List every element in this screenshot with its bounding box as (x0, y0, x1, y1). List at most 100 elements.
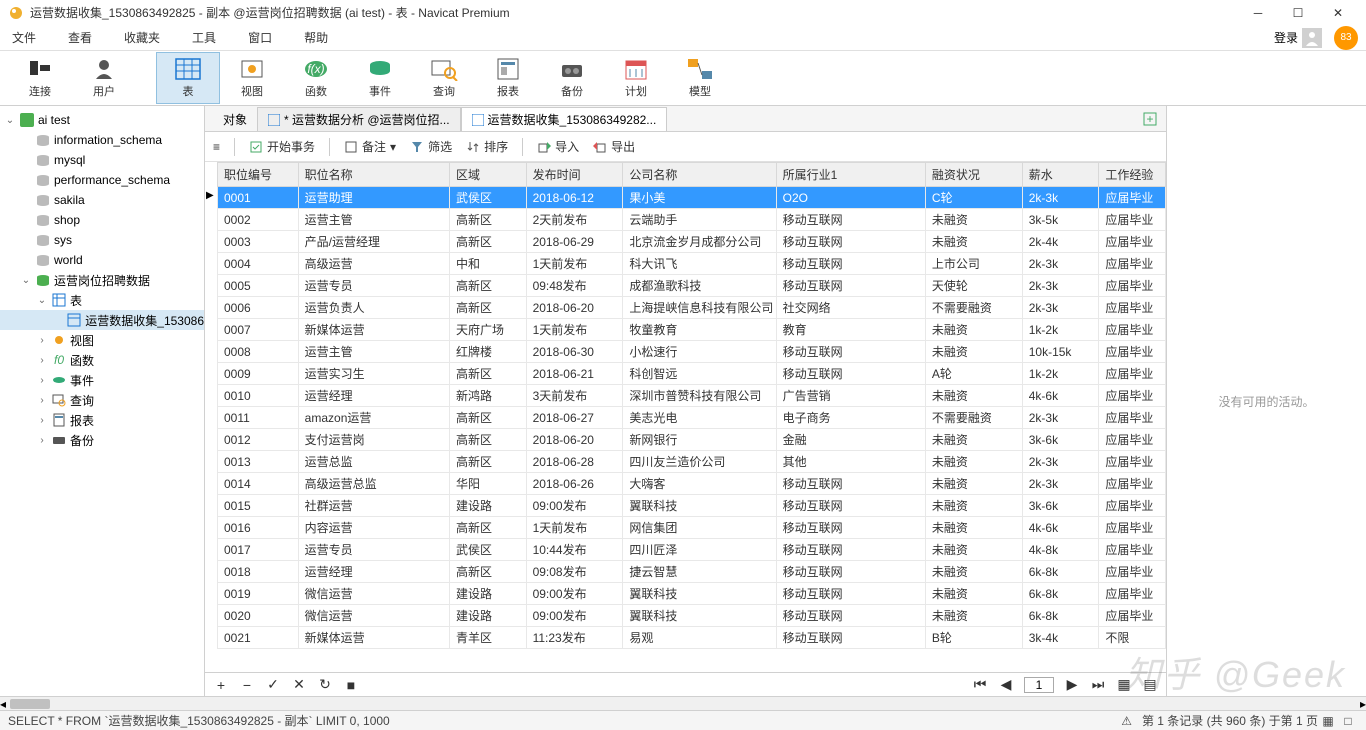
col-header[interactable]: 工作经验 (1099, 163, 1166, 187)
nav-next[interactable]: ▶ (1064, 676, 1080, 693)
minimize-button[interactable]: ─ (1238, 0, 1278, 25)
btn-sort[interactable]: 排序 (466, 138, 508, 155)
view-grid-icon[interactable]: ▦ (1116, 676, 1132, 693)
grid-mode-icon[interactable]: ▦ (1318, 714, 1338, 728)
tool-user[interactable]: 用户 (72, 52, 136, 104)
col-header[interactable]: 区域 (449, 163, 526, 187)
table-row[interactable]: 0008运营主管红牌楼2018-06-30小松速行移动互联网未融资10k-15k… (218, 341, 1166, 363)
btn-filter[interactable]: 筛选 (410, 138, 452, 155)
nav-last[interactable]: ⏭ (1090, 676, 1106, 693)
table-row[interactable]: 0012支付运营岗高新区2018-06-20新网银行金融未融资3k-6k应届毕业 (218, 429, 1166, 451)
tool-model[interactable]: 模型 (668, 52, 732, 104)
col-header[interactable]: 公司名称 (623, 163, 776, 187)
btn-apply[interactable]: ✓ (265, 676, 281, 693)
tree-db[interactable]: information_schema (0, 130, 204, 150)
tree-reports[interactable]: ›报表 (0, 410, 204, 430)
btn-transaction[interactable]: 开始事务 (249, 138, 315, 155)
view-form-icon[interactable]: ▤ (1142, 676, 1158, 693)
table-row[interactable]: 0021新媒体运营青羊区11:23发布易观移动互联网B轮3k-4k不限 (218, 627, 1166, 649)
menu-view[interactable]: 查看 (64, 27, 96, 48)
table-row[interactable]: 0013运营总监高新区2018-06-28四川友兰造价公司其他未融资2k-3k应… (218, 451, 1166, 473)
menu-file[interactable]: 文件 (8, 27, 40, 48)
table-row[interactable]: 0018运营经理高新区09:08发布捷云智慧移动互联网未融资6k-8k应届毕业 (218, 561, 1166, 583)
btn-add-record[interactable]: + (213, 677, 229, 693)
tab-objects[interactable]: 对象 (213, 107, 257, 131)
col-header[interactable]: 薪水 (1022, 163, 1099, 187)
table-row[interactable]: 0002运营主管高新区2天前发布云端助手移动互联网未融资3k-5k应届毕业 (218, 209, 1166, 231)
col-header[interactable]: 职位名称 (298, 163, 449, 187)
tree-views[interactable]: ›视图 (0, 330, 204, 350)
btn-delete-record[interactable]: − (239, 677, 255, 693)
btn-memo[interactable]: 备注 ▾ (344, 138, 396, 155)
tree-db-custom[interactable]: ⌄运营岗位招聘数据 (0, 270, 204, 290)
table-row[interactable]: 0020微信运营建设路09:00发布翼联科技移动互联网未融资6k-8k应届毕业 (218, 605, 1166, 627)
nav-prev[interactable]: ◀ (998, 676, 1014, 693)
warning-icon[interactable]: ⚠ (1121, 714, 1132, 728)
tree-connection[interactable]: ⌄ai test (0, 110, 204, 130)
tree-db[interactable]: sys (0, 230, 204, 250)
table-row[interactable]: 0001▶运营助理武侯区2018-06-12果小美O2OC轮2k-3k应届毕业 (218, 187, 1166, 209)
tree-tables-group[interactable]: ⌄表 (0, 290, 204, 310)
col-header[interactable]: 融资状况 (925, 163, 1022, 187)
tree-events[interactable]: ›事件 (0, 370, 204, 390)
table-row[interactable]: 0019微信运营建设路09:00发布翼联科技移动互联网未融资6k-8k应届毕业 (218, 583, 1166, 605)
table-row[interactable]: 0009运营实习生高新区2018-06-21科创智远移动互联网A轮1k-2k应届… (218, 363, 1166, 385)
nav-first[interactable]: ⏮ (972, 676, 988, 693)
tree-functions[interactable]: ›f0函数 (0, 350, 204, 370)
table-row[interactable]: 0015社群运营建设路09:00发布翼联科技移动互联网未融资3k-6k应届毕业 (218, 495, 1166, 517)
menu-icon[interactable]: ≡ (213, 140, 220, 154)
table-row[interactable]: 0006运营负责人高新区2018-06-20上海提峡信息科技有限公司社交网络不需… (218, 297, 1166, 319)
tool-query[interactable]: 查询 (412, 52, 476, 104)
table-row[interactable]: 0010运营经理新鸿路3天前发布深圳市普赞科技有限公司广告营销未融资4k-6k应… (218, 385, 1166, 407)
data-grid[interactable]: 职位编号职位名称区域发布时间公司名称所属行业1融资状况薪水工作经验0001▶运营… (205, 162, 1166, 672)
tool-function[interactable]: f(x)函数 (284, 52, 348, 104)
tree-db[interactable]: mysql (0, 150, 204, 170)
menu-help[interactable]: 帮助 (300, 27, 332, 48)
notification-badge[interactable]: 83 (1334, 26, 1358, 50)
table-row[interactable]: 0003产品/运营经理高新区2018-06-29北京流金岁月成都分公司移动互联网… (218, 231, 1166, 253)
btn-refresh[interactable]: ↻ (317, 676, 333, 693)
connection-tree[interactable]: ⌄ai test information_schemamysqlperforma… (0, 106, 205, 696)
col-header[interactable]: 发布时间 (526, 163, 623, 187)
tool-connect[interactable]: 连接 (8, 52, 72, 104)
close-button[interactable]: ✕ (1318, 0, 1358, 25)
maximize-button[interactable]: ☐ (1278, 0, 1318, 25)
btn-import[interactable]: 导入 (537, 138, 579, 155)
tool-event[interactable]: 事件 (348, 52, 412, 104)
tab-data[interactable]: 运营数据收集_153086349282... (461, 107, 668, 131)
tree-db[interactable]: performance_schema (0, 170, 204, 190)
btn-cancel[interactable]: ✕ (291, 676, 307, 693)
tab-analysis[interactable]: * 运营数据分析 @运营岗位招... (257, 107, 461, 131)
menu-window[interactable]: 窗口 (244, 27, 276, 48)
tree-table-item[interactable]: 运营数据收集_153086 (0, 310, 204, 330)
tree-backups[interactable]: ›备份 (0, 430, 204, 450)
table-row[interactable]: 0007新媒体运营天府广场1天前发布牧童教育教育未融资1k-2k应届毕业 (218, 319, 1166, 341)
page-input[interactable] (1024, 677, 1054, 693)
table-row[interactable]: 0005运营专员高新区09:48发布成都渔歌科技移动互联网天使轮2k-3k应届毕… (218, 275, 1166, 297)
col-header[interactable]: 职位编号 (218, 163, 299, 187)
table-row[interactable]: 0017运营专员武侯区10:44发布四川匠泽移动互联网未融资4k-8k应届毕业 (218, 539, 1166, 561)
menu-favorites[interactable]: 收藏夹 (120, 27, 164, 48)
btn-stop[interactable]: ■ (343, 677, 359, 693)
user-avatar-icon[interactable] (1302, 28, 1322, 48)
table-row[interactable]: 0014高级运营总监华阳2018-06-26大嗨客移动互联网未融资2k-3k应届… (218, 473, 1166, 495)
login-link[interactable]: 登录 (1274, 29, 1298, 46)
col-header[interactable]: 所属行业1 (776, 163, 925, 187)
form-mode-icon[interactable]: □ (1338, 714, 1358, 728)
table-row[interactable]: 0011amazon运营高新区2018-06-27美志光电电子商务不需要融资2k… (218, 407, 1166, 429)
tree-db[interactable]: shop (0, 210, 204, 230)
table-row[interactable]: 0016内容运营高新区1天前发布网信集团移动互联网未融资4k-6k应届毕业 (218, 517, 1166, 539)
btn-export[interactable]: 导出 (593, 138, 635, 155)
tree-queries[interactable]: ›查询 (0, 390, 204, 410)
tool-table[interactable]: 表 (156, 52, 220, 104)
tool-backup[interactable]: 备份 (540, 52, 604, 104)
tab-add-icon[interactable]: + (1134, 107, 1166, 131)
tool-view[interactable]: 视图 (220, 52, 284, 104)
tool-schedule[interactable]: 计划 (604, 52, 668, 104)
menu-tools[interactable]: 工具 (188, 27, 220, 48)
table-row[interactable]: 0004高级运营中和1天前发布科大讯飞移动互联网上市公司2k-3k应届毕业 (218, 253, 1166, 275)
tree-db[interactable]: world (0, 250, 204, 270)
tool-report[interactable]: 报表 (476, 52, 540, 104)
tree-db[interactable]: sakila (0, 190, 204, 210)
horizontal-scrollbar[interactable]: ◂▸ (0, 696, 1366, 710)
